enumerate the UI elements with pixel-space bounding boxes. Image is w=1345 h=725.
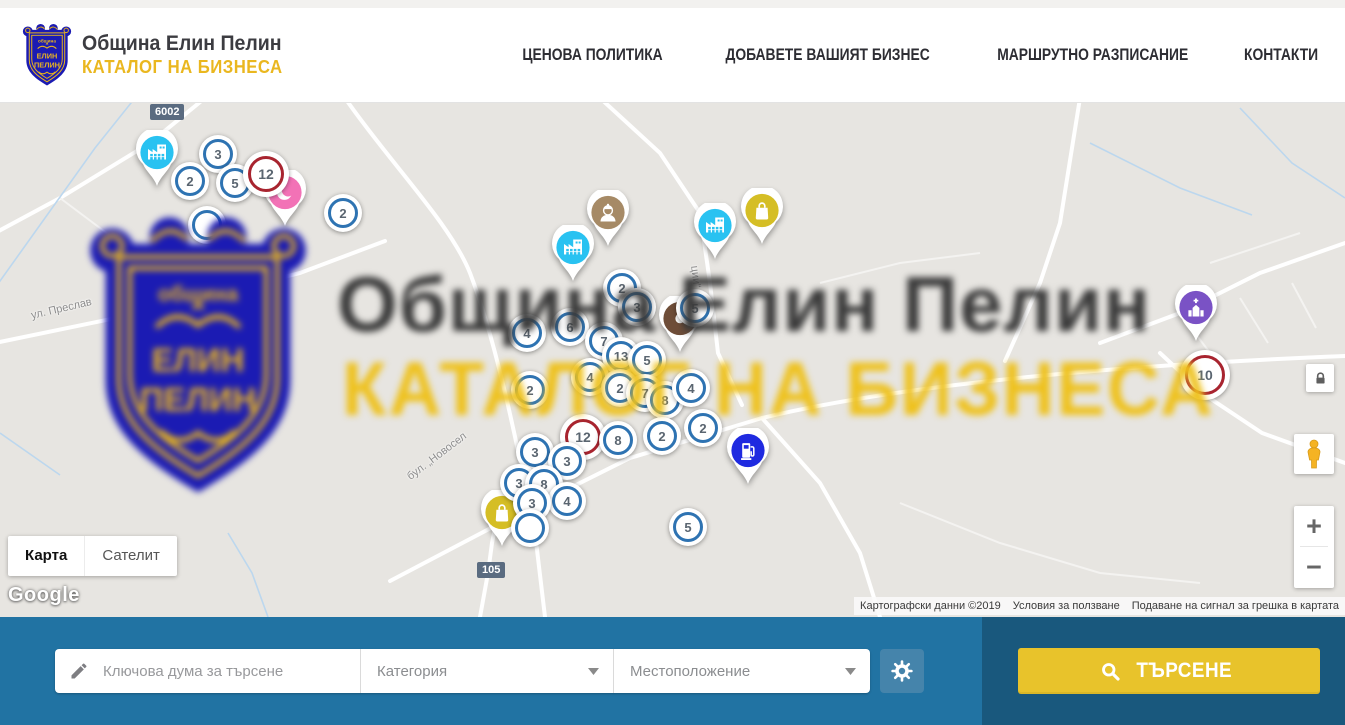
road-badge: 105 bbox=[477, 562, 505, 578]
brand-title-block: Община Елин Пелин КАТАЛОГ НА БИЗНЕСА bbox=[82, 32, 298, 78]
attribution-report-link[interactable]: Подаване на сигнал за грешка в картата bbox=[1132, 599, 1339, 613]
chevron-down-icon bbox=[588, 668, 599, 675]
category-value: Категория bbox=[377, 663, 447, 680]
location-value: Местоположение bbox=[630, 663, 750, 680]
cluster-marker[interactable]: 8 bbox=[599, 421, 637, 459]
cluster-marker[interactable]: 10 bbox=[1180, 350, 1230, 400]
chevron-down-icon bbox=[845, 668, 856, 675]
keyword-input[interactable] bbox=[101, 662, 360, 681]
advanced-settings-button[interactable] bbox=[880, 649, 924, 693]
search-submit-button[interactable]: ТЪРСЕНЕ bbox=[1018, 648, 1320, 694]
org-name: Община Елин Пелин bbox=[82, 32, 283, 57]
cluster-marker[interactable]: 5 bbox=[676, 289, 714, 327]
search-form: Категория Местоположение bbox=[55, 649, 870, 693]
cluster-count: 2 bbox=[688, 413, 718, 443]
zoom-in-button[interactable]: + bbox=[1294, 506, 1334, 546]
attribution-terms-link[interactable]: Условия за ползване bbox=[1013, 599, 1120, 613]
cluster-marker[interactable]: 2 bbox=[511, 371, 549, 409]
map-type-map-button[interactable]: Карта bbox=[8, 536, 84, 576]
zoom-control: + − bbox=[1294, 506, 1334, 588]
pegman-icon bbox=[1303, 439, 1325, 469]
cluster-marker[interactable]: 2 bbox=[171, 162, 209, 200]
google-logo: Google bbox=[8, 584, 80, 607]
cluster-count: 6 bbox=[555, 312, 585, 342]
cluster-marker[interactable]: 4 bbox=[672, 369, 710, 407]
cluster-count: 8 bbox=[603, 425, 633, 455]
nav-contacts[interactable]: КОНТАКТИ bbox=[1244, 46, 1318, 65]
cluster-marker[interactable]: 2 bbox=[684, 409, 722, 447]
cluster-count bbox=[192, 210, 222, 240]
cluster-count: 4 bbox=[676, 373, 706, 403]
search-bar: Категория Местоположение ТЪРСЕНЕ bbox=[0, 617, 1345, 725]
cluster-count: 4 bbox=[552, 486, 582, 516]
pin-fuel[interactable] bbox=[725, 428, 771, 491]
cluster-count: 3 bbox=[520, 437, 550, 467]
nav-pricing-policy[interactable]: ЦЕНОВА ПОЛИТИКА bbox=[522, 46, 662, 65]
cluster-marker[interactable]: 5 bbox=[669, 508, 707, 546]
pin-church[interactable] bbox=[1173, 285, 1219, 348]
lock-icon bbox=[1313, 371, 1328, 386]
pin-factory[interactable] bbox=[550, 225, 596, 288]
cluster-count: 2 bbox=[328, 198, 358, 228]
municipality-logo bbox=[22, 23, 72, 87]
main-nav: ЦЕНОВА ПОЛИТИКА ДОБАВЕТЕ ВАШИЯТ БИЗНЕС М… bbox=[509, 46, 1325, 65]
keyword-segment bbox=[55, 649, 360, 693]
cluster-count: 5 bbox=[680, 293, 710, 323]
gear-icon bbox=[890, 659, 914, 683]
cluster-count bbox=[515, 513, 545, 543]
cluster-marker[interactable]: 2 bbox=[643, 417, 681, 455]
nav-route-schedule[interactable]: МАРШРУТНО РАЗПИСАНИЕ bbox=[998, 46, 1189, 65]
header: Община Елин Пелин КАТАЛОГ НА БИЗНЕСА ЦЕН… bbox=[0, 8, 1345, 103]
pencil-icon bbox=[69, 661, 89, 681]
cluster-marker[interactable]: 4 bbox=[508, 314, 546, 352]
pin-bag[interactable] bbox=[739, 188, 785, 251]
search-icon bbox=[1100, 661, 1121, 682]
cluster-count: 4 bbox=[512, 318, 542, 348]
map-type-control: Карта Сателит bbox=[8, 536, 177, 576]
search-submit-label: ТЪРСЕНЕ bbox=[1137, 659, 1233, 683]
attribution-copyright: Картографски данни ©2019 bbox=[860, 599, 1001, 613]
cluster-count: 5 bbox=[632, 345, 662, 375]
cluster-count: 5 bbox=[673, 512, 703, 542]
cluster-marker[interactable]: 6 bbox=[551, 308, 589, 346]
nav-add-your-business[interactable]: ДОБАВЕТЕ ВАШИЯТ БИЗНЕС bbox=[726, 46, 930, 65]
road-badge: 6002 bbox=[150, 104, 184, 120]
pegman-control[interactable] bbox=[1294, 434, 1334, 474]
category-select[interactable]: Категория bbox=[360, 649, 613, 693]
cluster-marker[interactable]: 3 bbox=[618, 288, 656, 326]
cluster-count: 2 bbox=[515, 375, 545, 405]
cluster-count: 3 bbox=[622, 292, 652, 322]
cluster-marker[interactable] bbox=[511, 509, 549, 547]
street-label: ции“ bbox=[688, 265, 703, 289]
pin-factory[interactable] bbox=[692, 203, 738, 266]
cluster-marker[interactable]: 2 bbox=[324, 194, 362, 232]
cluster-count: 2 bbox=[647, 421, 677, 451]
map-canvas[interactable]: 6002105 ул. Преславбул. „Новоселции“ bbox=[0, 103, 1345, 617]
streetview-lock-button[interactable] bbox=[1306, 364, 1334, 392]
cluster-marker[interactable]: 4 bbox=[548, 482, 586, 520]
cluster-marker[interactable]: 12 bbox=[243, 151, 289, 197]
zoom-out-button[interactable]: − bbox=[1294, 547, 1334, 587]
map-attribution: Картографски данни ©2019 Условия за полз… bbox=[854, 597, 1345, 615]
cluster-count: 2 bbox=[175, 166, 205, 196]
cluster-count: 12 bbox=[248, 156, 284, 192]
location-select[interactable]: Местоположение bbox=[613, 649, 870, 693]
map-type-satellite-button[interactable]: Сателит bbox=[84, 536, 177, 576]
catalog-title: КАТАЛОГ НА БИЗНЕСА bbox=[82, 57, 283, 78]
cluster-marker[interactable] bbox=[188, 206, 226, 244]
cluster-count: 10 bbox=[1185, 355, 1225, 395]
